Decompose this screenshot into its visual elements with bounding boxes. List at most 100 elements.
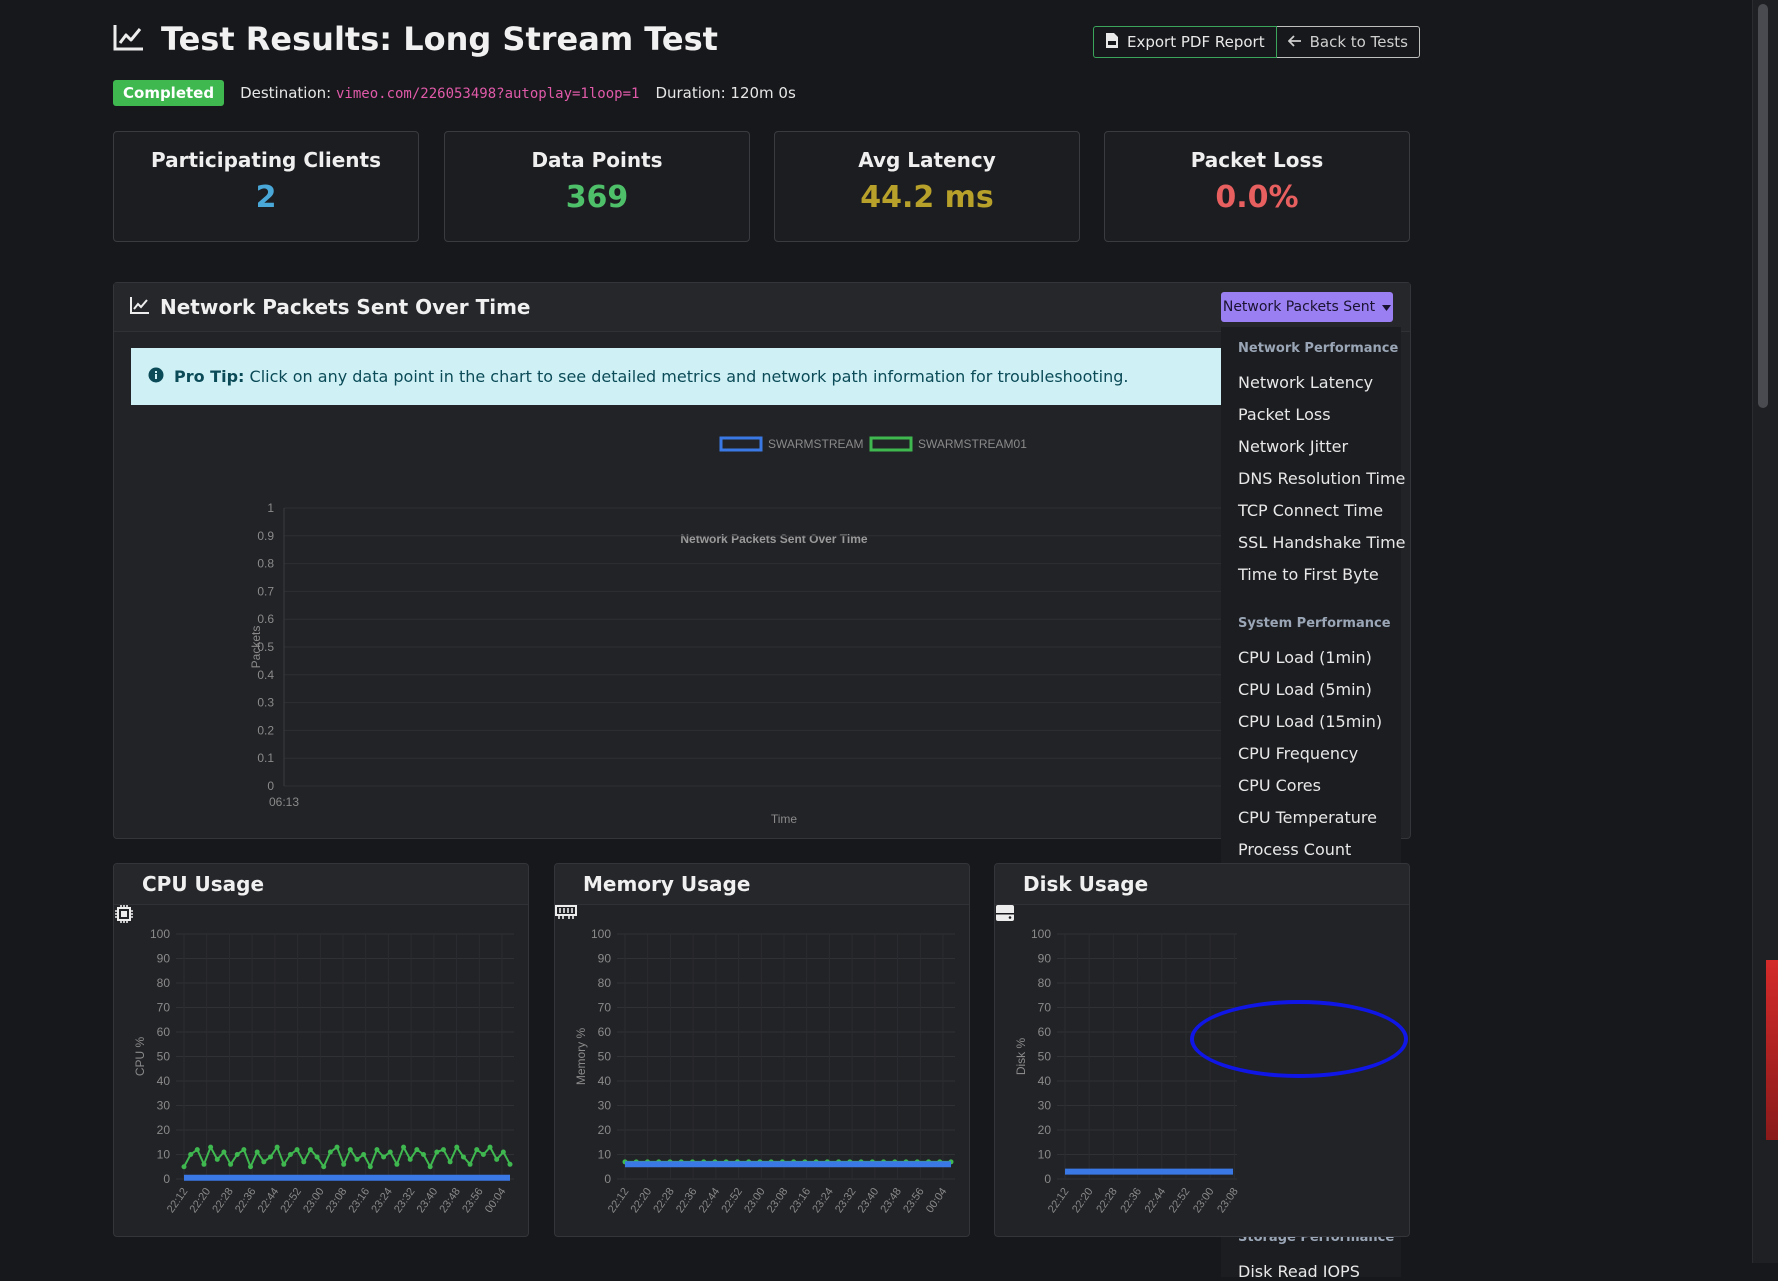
x-tick-label: 22:20: [629, 1186, 655, 1215]
pdf-file-icon: [1105, 32, 1119, 53]
stat-label: Avg Latency: [858, 148, 996, 172]
x-tick-label: 23:32: [833, 1186, 859, 1215]
y-tick-label: 100: [591, 927, 611, 941]
data-point: [480, 1152, 486, 1157]
data-point: [460, 1154, 466, 1160]
menu-item[interactable]: CPU Temperature: [1238, 808, 1377, 827]
x-tick-label: 22:36: [674, 1186, 700, 1215]
menu-item[interactable]: CPU Load (15min): [1238, 712, 1382, 731]
y-tick-label: 50: [598, 1050, 612, 1064]
x-tick-label: 23:16: [347, 1186, 373, 1215]
memory-usage-chart[interactable]: 010203040506070809010022:1222:2022:2822:…: [555, 904, 969, 1236]
data-point: [267, 1154, 273, 1160]
y-tick-label: 30: [1038, 1099, 1052, 1113]
y-tick-label: 70: [157, 1001, 171, 1015]
x-tick-label: 22:12: [165, 1186, 191, 1215]
packets-sent-chart[interactable]: Network Packets Sent Over Time SWARMSTREA…: [124, 413, 1284, 833]
menu-item[interactable]: Process Count: [1238, 840, 1351, 859]
menu-item[interactable]: Network Latency: [1238, 373, 1373, 392]
menu-item[interactable]: TCP Connect Time: [1238, 501, 1383, 520]
back-to-tests-label: Back to Tests: [1309, 33, 1408, 51]
status-row: Completed Destination: vimeo.com/2260534…: [113, 80, 796, 106]
x-tick-label: 22:52: [278, 1186, 304, 1215]
y-tick-label: 90: [157, 952, 171, 966]
y-tick-label: 30: [157, 1099, 171, 1113]
data-point: [394, 1161, 400, 1167]
data-point: [347, 1147, 353, 1153]
stat-card-participating-clients: Participating Clients 2: [113, 131, 419, 242]
y-axis-label: CPU %: [133, 1037, 147, 1077]
data-point: [341, 1161, 347, 1167]
y-tick-label: 40: [598, 1074, 612, 1088]
menu-item[interactable]: CPU Frequency: [1238, 744, 1358, 763]
y-tick-label: 0: [267, 779, 274, 793]
y-tick-label: 20: [157, 1123, 171, 1137]
panel-title: Network Packets Sent Over Time: [160, 295, 531, 319]
cpu-usage-chart[interactable]: 010203040506070809010022:1222:2022:2822:…: [114, 904, 528, 1236]
data-point: [487, 1144, 493, 1150]
y-tick-label: 0.4: [257, 668, 274, 682]
x-tick-label: 23:00: [742, 1186, 768, 1215]
menu-item[interactable]: CPU Load (5min): [1238, 680, 1372, 699]
menu-item[interactable]: Time to First Byte: [1238, 565, 1379, 584]
metric-dropdown-button[interactable]: Network Packets Sent: [1221, 292, 1393, 322]
panel-header: CPU Usage: [114, 864, 528, 923]
menu-section-header: System Performance: [1238, 616, 1391, 631]
x-tick-label: 22:12: [1046, 1186, 1072, 1215]
x-tick-label: 22:36: [1118, 1186, 1144, 1215]
stat-value: 369: [565, 180, 629, 215]
y-tick-label: 50: [157, 1050, 171, 1064]
data-point: [221, 1149, 227, 1155]
y-tick-label: 1: [267, 501, 274, 515]
data-point: [447, 1159, 453, 1165]
y-tick-label: 100: [150, 927, 170, 941]
y-tick-label: 0.7: [257, 584, 274, 598]
data-point: [354, 1156, 360, 1162]
x-tick-label: 23:24: [810, 1186, 836, 1215]
data-point: [454, 1144, 460, 1150]
menu-item[interactable]: DNS Resolution Time: [1238, 469, 1405, 488]
data-point: [301, 1159, 307, 1165]
y-tick-label: 70: [1038, 1001, 1052, 1015]
y-tick-label: 50: [1038, 1050, 1052, 1064]
data-point: [421, 1152, 427, 1157]
y-tick-label: 80: [157, 976, 171, 990]
data-point: [248, 1164, 254, 1170]
menu-item[interactable]: Packet Loss: [1238, 405, 1331, 424]
legend-label: SWARMSTREAM: [768, 437, 864, 451]
x-tick-label: 22:12: [606, 1186, 632, 1215]
y-tick-label: 20: [598, 1123, 612, 1137]
menu-item[interactable]: SSL Handshake Time: [1238, 533, 1406, 552]
data-point: [374, 1147, 380, 1153]
page-title: Test Results: Long Stream Test: [161, 20, 718, 58]
data-point: [401, 1144, 407, 1150]
menu-item[interactable]: CPU Load (1min): [1238, 648, 1372, 667]
stat-label: Data Points: [531, 148, 663, 172]
page-scrollbar-thumb[interactable]: [1758, 4, 1768, 408]
stat-value: 44.2 ms: [860, 180, 994, 215]
export-pdf-button[interactable]: Export PDF Report: [1093, 26, 1277, 58]
legend-swatch: [719, 436, 763, 452]
data-point: [414, 1147, 420, 1153]
x-tick-label: 23:00: [301, 1186, 327, 1215]
disk-usage-title: Disk Usage: [1023, 872, 1149, 896]
menu-item[interactable]: Network Jitter: [1238, 437, 1348, 456]
menu-item[interactable]: CPU Cores: [1238, 776, 1321, 795]
destination-info: Destination: vimeo.com/226053498?autopla…: [240, 84, 639, 102]
annotation-ellipse: [1190, 1000, 1408, 1078]
y-tick-label: 100: [1031, 927, 1051, 941]
page-header: Test Results: Long Stream Test: [113, 20, 718, 58]
data-point: [281, 1161, 287, 1167]
menu-item[interactable]: Disk Read IOPS: [1238, 1262, 1360, 1281]
y-axis-label: Disk %: [1014, 1038, 1028, 1076]
x-tick-label: 22:52: [719, 1186, 745, 1215]
y-tick-label: 80: [1038, 976, 1052, 990]
background-window-edge: [1766, 960, 1778, 1140]
back-to-tests-button[interactable]: Back to Tests: [1276, 26, 1420, 58]
export-pdf-label: Export PDF Report: [1127, 33, 1265, 51]
x-tick-label: 23:56: [460, 1186, 486, 1215]
panel-header: Disk Usage: [995, 864, 1409, 921]
y-tick-label: 30: [598, 1099, 612, 1113]
stat-card-data-points: Data Points 369: [444, 131, 750, 242]
y-tick-label: 0.6: [257, 612, 274, 626]
